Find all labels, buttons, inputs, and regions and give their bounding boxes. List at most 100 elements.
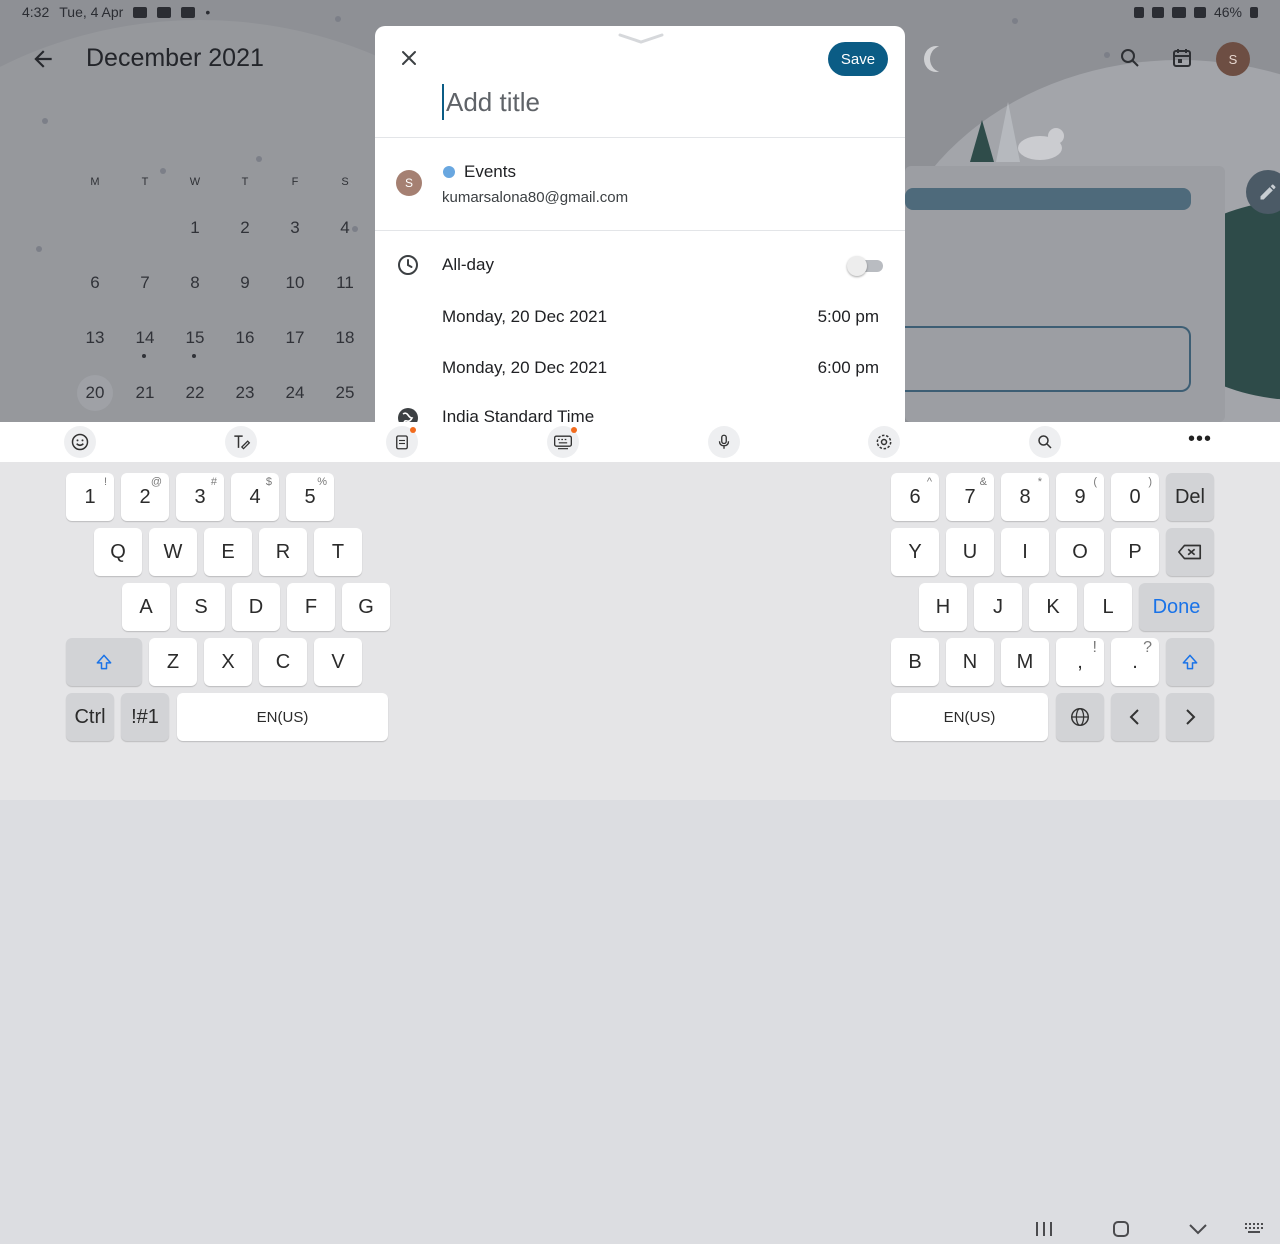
calendar-day[interactable]: 23 [220,383,270,403]
key-a[interactable]: A [122,583,170,631]
save-button[interactable]: Save [828,42,888,76]
key-t[interactable]: T [314,528,362,576]
calendar-day[interactable]: 6 [70,273,120,293]
account-avatar[interactable]: S [1216,42,1250,76]
key-p[interactable]: P [1111,528,1159,576]
calendar-day[interactable]: 10 [270,273,320,293]
key-6[interactable]: 6 ^ [891,473,939,521]
all-day-toggle[interactable] [847,256,883,276]
ctrl-key[interactable]: Ctrl [66,693,114,741]
key-z[interactable]: Z [149,638,197,686]
key-g[interactable]: G [342,583,390,631]
calendar-day[interactable]: 18 [320,328,370,348]
calendar-day[interactable]: 7 [120,273,170,293]
delete-key[interactable]: Del [1166,473,1214,521]
shift-key-right[interactable] [1166,638,1214,686]
home-icon[interactable] [1112,1220,1130,1244]
calendar-day[interactable]: 8 [170,273,220,293]
start-date[interactable]: Monday, 20 Dec 2021 [442,307,607,327]
recent-apps-icon[interactable] [1034,1220,1054,1244]
key-k[interactable]: K [1029,583,1077,631]
more-icon[interactable]: ••• [1188,429,1212,449]
calendar-day[interactable]: 16 [220,328,270,348]
key-2[interactable]: 2 @ [121,473,169,521]
end-date[interactable]: Monday, 20 Dec 2021 [442,358,607,378]
key-o[interactable]: O [1056,528,1104,576]
search-icon[interactable] [1118,46,1144,72]
calendar-day[interactable]: 3 [270,218,320,238]
calendar-day[interactable]: 25 [320,383,370,403]
calendar-day[interactable]: 11 [320,273,370,293]
language-key[interactable] [1056,693,1104,741]
key-u[interactable]: U [946,528,994,576]
cursor-left-key[interactable] [1111,693,1159,741]
hide-keyboard-icon[interactable] [1188,1220,1208,1244]
key-8[interactable]: 8 * [1001,473,1049,521]
key-comma[interactable]: ,! [1056,638,1104,686]
calendar-day[interactable]: 13 [70,328,120,348]
key-5[interactable]: 5% [286,473,334,521]
key-y[interactable]: Y [891,528,939,576]
key-1[interactable]: 1! [66,473,114,521]
month-title[interactable]: December 2021 [86,44,264,73]
key-3[interactable]: 3 # [176,473,224,521]
key-x[interactable]: X [204,638,252,686]
key-q[interactable]: Q [94,528,142,576]
calendar-day[interactable]: 2 [220,218,270,238]
drag-handle[interactable] [618,32,664,44]
keyboard-mode-icon[interactable] [547,426,579,458]
settings-icon[interactable] [868,426,900,458]
end-time[interactable]: 6:00 pm [818,358,879,378]
calendar-day-with-event[interactable]: 15 [170,328,220,358]
key-n[interactable]: N [946,638,994,686]
key-l[interactable]: L [1084,583,1132,631]
event-title-input[interactable] [442,84,862,120]
key-e[interactable]: E [204,528,252,576]
key-period[interactable]: .? [1111,638,1159,686]
calendar-day-selected[interactable]: 20 [70,383,120,403]
timezone[interactable]: India Standard Time [442,407,594,422]
emoji-icon[interactable] [64,426,96,458]
account-email[interactable]: kumarsalona80@gmail.com [442,189,628,206]
key-d[interactable]: D [232,583,280,631]
microphone-icon[interactable] [708,426,740,458]
calendar-day[interactable]: 22 [170,383,220,403]
calendar-day[interactable]: 24 [270,383,320,403]
calendar-day[interactable]: 4 [320,218,370,238]
clipboard-icon[interactable] [386,426,418,458]
key-w[interactable]: W [149,528,197,576]
cursor-right-key[interactable] [1166,693,1214,741]
key-7[interactable]: 7 & [946,473,994,521]
back-arrow-icon[interactable] [30,46,56,72]
key-b[interactable]: B [891,638,939,686]
key-m[interactable]: M [1001,638,1049,686]
space-key-right[interactable]: EN(US) [891,693,1048,741]
handwriting-icon[interactable] [225,426,257,458]
done-key[interactable]: Done [1139,583,1214,631]
calendar-name[interactable]: Events [464,162,516,182]
key-h[interactable]: H [919,583,967,631]
key-v[interactable]: V [314,638,362,686]
key-f[interactable]: F [287,583,335,631]
calendar-day-with-event[interactable]: 14 [120,328,170,358]
search-icon[interactable] [1029,426,1061,458]
start-time[interactable]: 5:00 pm [818,307,879,327]
key-i[interactable]: I [1001,528,1049,576]
symbols-key[interactable]: !#1 [121,693,169,741]
keyboard-switch-icon[interactable] [1244,1220,1266,1243]
key-0[interactable]: 0) [1111,473,1159,521]
key-c[interactable]: C [259,638,307,686]
key-j[interactable]: J [974,583,1022,631]
key-s[interactable]: S [177,583,225,631]
calendar-day[interactable]: 1 [170,218,220,238]
calendar-day[interactable]: 21 [120,383,170,403]
space-key[interactable]: EN(US) [177,693,388,741]
key-4[interactable]: 4 $ [231,473,279,521]
backspace-key[interactable] [1166,528,1214,576]
today-calendar-icon[interactable] [1170,46,1196,72]
calendar-day[interactable]: 17 [270,328,320,348]
close-icon[interactable] [397,46,421,70]
key-r[interactable]: R [259,528,307,576]
calendar-day[interactable]: 9 [220,273,270,293]
shift-key[interactable] [66,638,142,686]
